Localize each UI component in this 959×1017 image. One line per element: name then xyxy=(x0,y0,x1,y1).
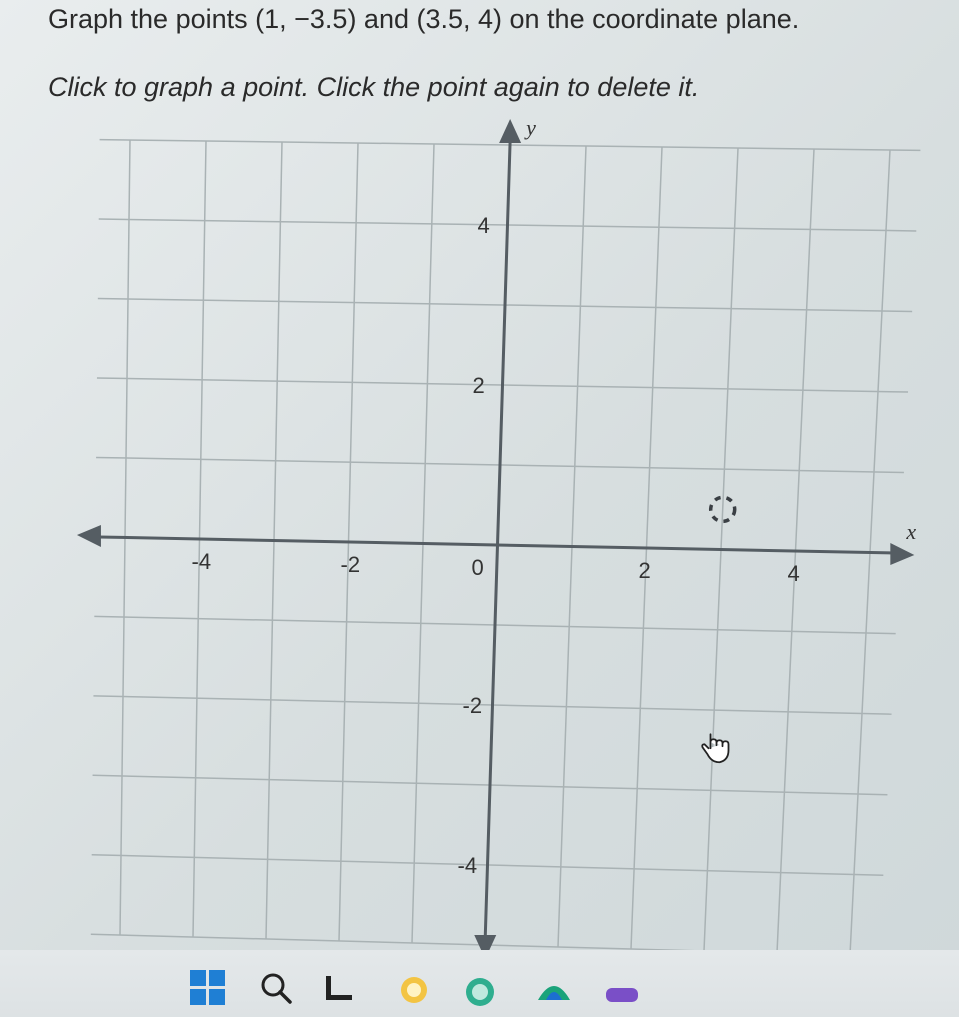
x-axis-line xyxy=(98,535,893,555)
x-axis-arrow-right xyxy=(890,542,915,565)
win-tile xyxy=(209,970,225,986)
y-axis-label: y xyxy=(524,115,536,140)
y-tick-label: 4 xyxy=(478,213,490,238)
axes xyxy=(76,119,915,950)
hand-cursor-icon xyxy=(701,733,730,764)
x-axis-arrow-left xyxy=(76,524,101,547)
app-icon[interactable] xyxy=(396,970,432,1006)
app-icon[interactable] xyxy=(536,970,572,1006)
y-axis-line xyxy=(483,140,512,938)
taskbar xyxy=(0,950,959,1017)
win-tile xyxy=(190,989,206,1005)
x-tick-label: 4 xyxy=(788,561,800,586)
x-tick-label: -2 xyxy=(341,552,361,577)
win-tile xyxy=(209,989,225,1005)
coordinate-plane[interactable]: x y -4 -2 2 4 4 2 -2 -4 0 xyxy=(0,0,959,950)
x-tick-label: 2 xyxy=(639,558,651,583)
hand-cursor-shape xyxy=(701,733,730,764)
y-tick-label: -4 xyxy=(458,853,478,878)
origin-label: 0 xyxy=(472,555,484,580)
win-tile xyxy=(190,970,206,986)
screen: Graph the points (1, −3.5) and (3.5, 4) … xyxy=(0,0,959,1017)
app-icon[interactable] xyxy=(604,970,640,1006)
y-axis-arrow-down xyxy=(474,935,497,950)
grid-line-vertical xyxy=(849,149,891,950)
y-axis-arrow-up xyxy=(499,119,522,143)
cursor-layer xyxy=(701,733,730,764)
search-icon[interactable] xyxy=(258,970,294,1006)
y-tick-label: 2 xyxy=(473,373,485,398)
x-axis-label: x xyxy=(905,519,916,544)
x-tick-label: -4 xyxy=(192,549,212,574)
y-tick-label: -2 xyxy=(463,693,483,718)
widgets-icon[interactable] xyxy=(322,970,358,1006)
app-icon[interactable] xyxy=(462,970,498,1006)
windows-start-icon[interactable] xyxy=(190,970,226,1006)
